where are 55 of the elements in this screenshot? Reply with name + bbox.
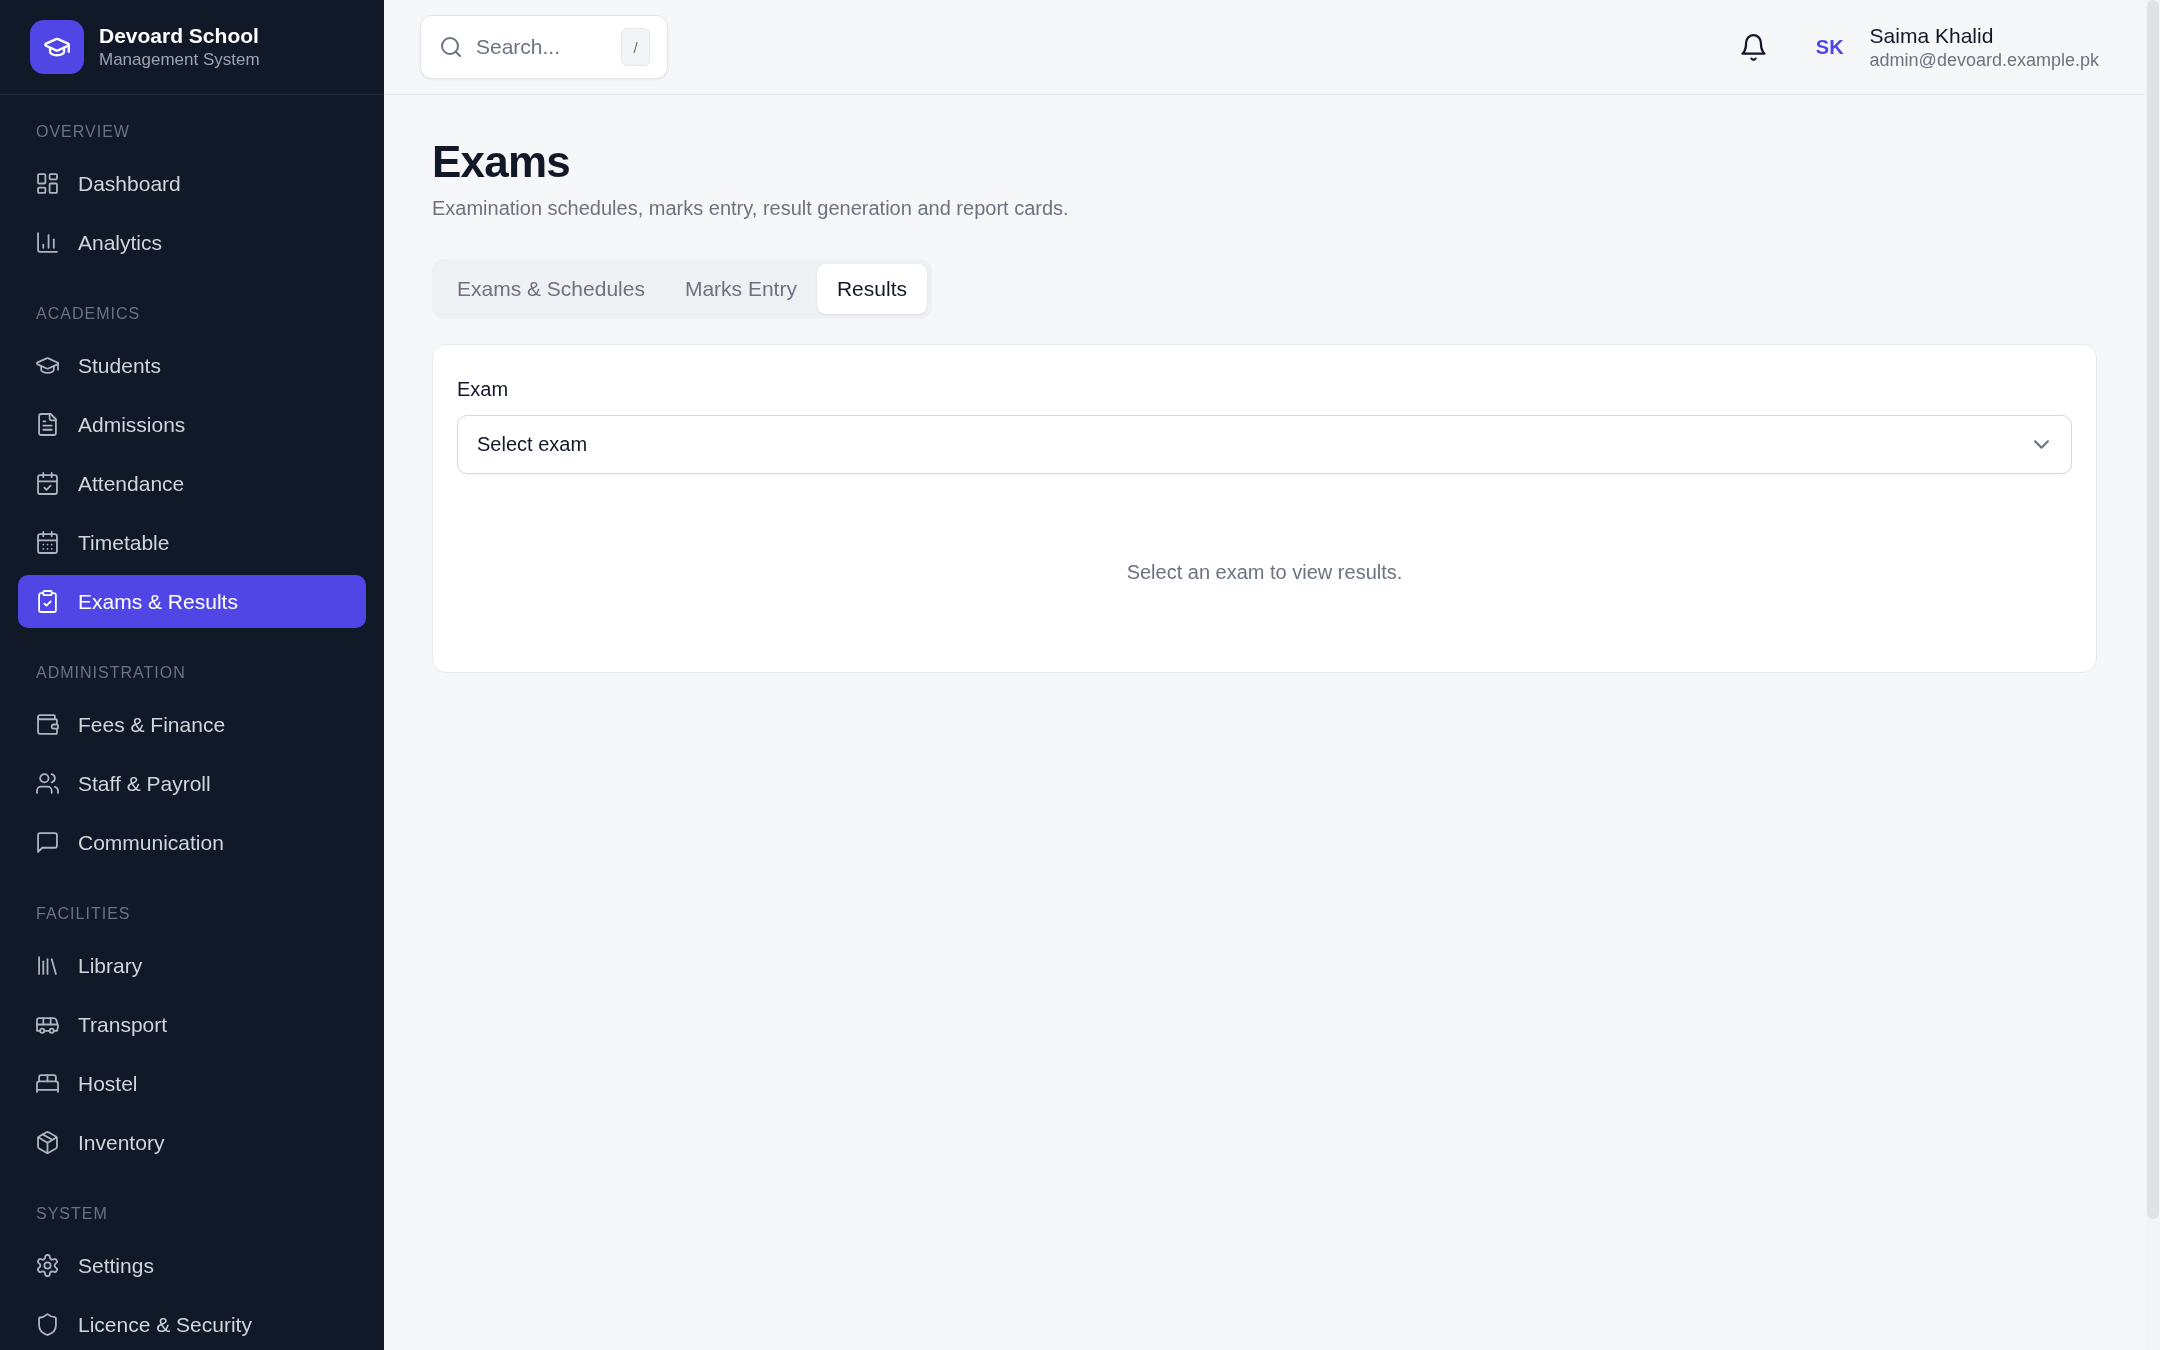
bar-chart-icon [37, 232, 58, 253]
nav-item[interactable]: Fees & Finance [18, 698, 366, 751]
search-icon [441, 37, 461, 57]
nav-item[interactable]: Settings [18, 1239, 366, 1292]
nav-item[interactable]: Students [18, 339, 366, 392]
people-icon [37, 773, 58, 794]
speech-bubble-icon [37, 832, 58, 853]
brand-subtitle: Management System [99, 49, 260, 71]
page-subtitle: Examination schedules, marks entry, result generation and report cards. [432, 196, 1069, 221]
avatar-initials[interactable]: SK [1815, 35, 1844, 59]
nav-item[interactable]: Timetable [18, 516, 366, 569]
calendar-icon [37, 532, 58, 553]
section-heading: ACADEMICS [36, 304, 141, 324]
chevron-down-icon [2034, 437, 2049, 452]
page-title: Exams [432, 136, 570, 188]
section-heading: FACILITIES [36, 904, 131, 924]
tab[interactable]: Exams & Schedules [437, 264, 665, 314]
shortcut-key: / [621, 28, 650, 66]
user-name: Saima Khalid [1869, 23, 1994, 49]
tab[interactable]: Results [816, 264, 927, 314]
bell-icon[interactable] [1740, 33, 1766, 61]
nav-item[interactable]: Exams & Results [18, 575, 366, 628]
section-heading: ADMINISTRATION [36, 663, 186, 683]
nav-item[interactable]: Transport [18, 998, 366, 1051]
calendar-check-icon [37, 473, 58, 494]
nav-item[interactable]: Dashboard [18, 157, 366, 210]
bus-icon [37, 1014, 58, 1035]
nav-item[interactable]: Admissions [18, 398, 366, 451]
graduation-cap-logo-icon [30, 20, 84, 74]
graduation-cap-icon [37, 355, 58, 376]
exam-select[interactable]: Select exam [457, 415, 2072, 474]
section-heading: SYSTEM [36, 1204, 108, 1224]
clipboard-check-icon [37, 591, 58, 612]
nav-item[interactable]: Licence & Security [18, 1298, 366, 1350]
dashboard-grid-icon [37, 173, 58, 194]
wallet-icon [37, 714, 58, 735]
nav-item[interactable]: Staff & Payroll [18, 757, 366, 810]
section-heading: OVERVIEW [36, 122, 130, 142]
box-icon [37, 1132, 58, 1153]
field-label: Exam [457, 377, 509, 402]
nav-item[interactable]: Communication [18, 816, 366, 869]
document-icon [37, 414, 58, 435]
empty-state-message: Select an exam to view results. [1126, 560, 1403, 584]
tab[interactable]: Marks Entry [664, 264, 817, 314]
shield-icon [37, 1314, 58, 1335]
books-icon [37, 955, 58, 976]
settings-icon [37, 1255, 58, 1276]
bed-icon [37, 1073, 58, 1094]
nav-item[interactable]: Library [18, 939, 366, 992]
user-email: admin@devoard.example.pk [1869, 49, 2099, 71]
nav-item[interactable]: Hostel [18, 1057, 366, 1110]
nav-item[interactable]: Attendance [18, 457, 366, 510]
brand-name: Devoard School [99, 23, 259, 49]
nav-item[interactable]: Analytics [18, 216, 366, 269]
nav-item[interactable]: Inventory [18, 1116, 366, 1169]
